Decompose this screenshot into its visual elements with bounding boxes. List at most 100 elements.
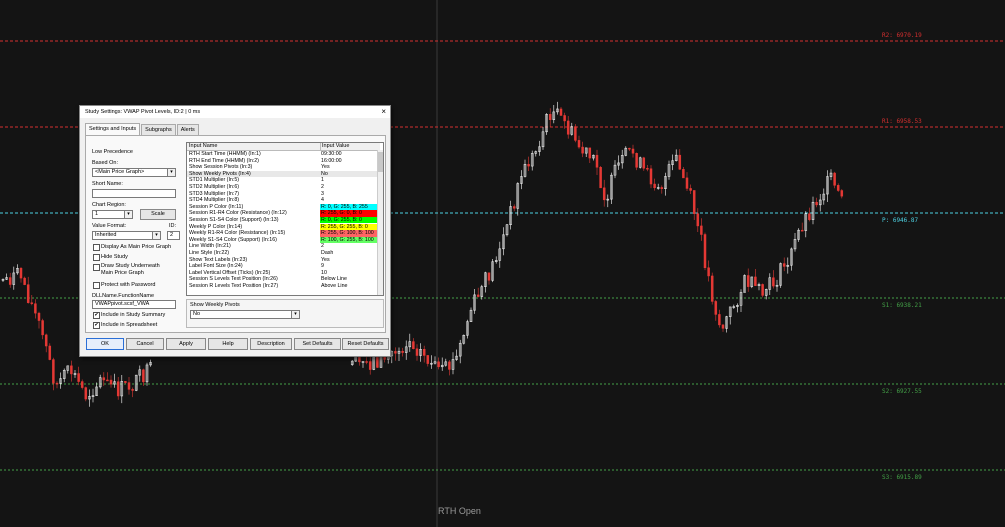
candle-body bbox=[703, 234, 707, 268]
input-value[interactable]: 09:30:00 bbox=[320, 151, 378, 157]
checkbox-hide-study[interactable] bbox=[93, 254, 100, 261]
input-row[interactable]: Session R Levels Text Position (In:27) Ab… bbox=[187, 283, 377, 289]
value-format-label: Value Format: bbox=[92, 223, 127, 229]
input-row[interactable]: STD1 Multiplier (In:5) 1 bbox=[187, 177, 377, 183]
ok-button[interactable]: OK bbox=[86, 338, 124, 350]
input-value[interactable]: R: 255, G: 0, B: 0 bbox=[320, 210, 378, 217]
value-format-value: Inherited bbox=[95, 232, 117, 238]
candle-body bbox=[34, 303, 37, 314]
input-value[interactable]: Above Line bbox=[320, 283, 378, 289]
candle-body bbox=[689, 188, 692, 191]
checkbox-display-as-main[interactable] bbox=[93, 244, 100, 251]
checkbox-protect-password[interactable] bbox=[93, 282, 100, 289]
input-row[interactable]: STD4 Multiplier (In:8) 4 bbox=[187, 197, 377, 203]
chart-region-select[interactable]: 1 ▾ bbox=[92, 210, 133, 219]
short-name-input[interactable] bbox=[92, 189, 176, 198]
input-row[interactable]: Session P Color (In:11) R: 0, G: 255, B: … bbox=[187, 203, 378, 211]
input-row[interactable]: Weekly R1-R4 Color (Resistance) (In:15) R… bbox=[187, 230, 378, 237]
input-value[interactable]: Yes bbox=[320, 257, 378, 263]
tab-alerts[interactable]: Alerts bbox=[176, 124, 199, 135]
include-study-summary-label: Include in Study Summary bbox=[101, 312, 166, 318]
close-icon[interactable]: × bbox=[381, 107, 386, 116]
selected-input-select[interactable]: No ▾ bbox=[190, 310, 300, 319]
apply-button[interactable]: Apply bbox=[166, 338, 206, 350]
dialog-titlebar[interactable]: Study Settings: VWAP Pivot Levels, ID:2 … bbox=[80, 106, 390, 118]
checkbox-draw-underneath[interactable] bbox=[93, 264, 100, 271]
cancel-button[interactable]: Cancel bbox=[126, 338, 164, 350]
input-row[interactable]: STD2 Multiplier (In:6) 2 bbox=[187, 184, 377, 190]
candle-body bbox=[394, 351, 397, 354]
input-value[interactable]: 4 bbox=[320, 197, 378, 203]
input-value[interactable]: 9 bbox=[320, 263, 378, 269]
input-row[interactable]: Label Vertical Offset (Ticks) (In:25) 10 bbox=[187, 270, 377, 276]
input-value[interactable]: Dash bbox=[320, 250, 378, 256]
include-spreadsheet-label: Include in Spreadsheet bbox=[101, 322, 158, 328]
input-value[interactable]: R: 100, G: 255, B: 100 bbox=[320, 236, 378, 244]
candle-body bbox=[718, 314, 721, 326]
input-value[interactable]: 2 bbox=[320, 243, 378, 249]
input-row[interactable]: Show Weekly Pivots (In:4) No bbox=[187, 170, 378, 178]
input-row[interactable]: Session S Levels Text Position (In:26) Be… bbox=[187, 276, 377, 282]
chevron-down-icon[interactable]: ▾ bbox=[152, 232, 160, 239]
input-row[interactable]: Line Style (In:22) Dash bbox=[187, 250, 377, 256]
input-name: Weekly P Color (In:14) bbox=[189, 223, 243, 230]
based-on-select[interactable]: <Main Price Graph> ▾ bbox=[92, 168, 176, 177]
input-row[interactable]: Show Session Pivots (In:3) Yes bbox=[187, 164, 377, 170]
chevron-down-icon[interactable]: ▾ bbox=[167, 169, 175, 176]
input-row[interactable]: Session S1-S4 Color (Support) (In:13) R: … bbox=[187, 217, 378, 224]
input-row[interactable]: Line Width (In:21) 2 bbox=[187, 243, 377, 249]
input-row[interactable]: Weekly P Color (In:14) R: 255, G: 255, B:… bbox=[187, 223, 378, 230]
input-row[interactable]: RTH Start Time (HHMM) (In:1) 09:30:00 bbox=[187, 151, 377, 157]
candle-body bbox=[566, 120, 570, 135]
inputs-scrollbar[interactable] bbox=[377, 150, 383, 295]
checkbox-include-spreadsheet[interactable]: ✔ bbox=[93, 322, 100, 329]
input-name: STD1 Multiplier (In:5) bbox=[189, 177, 240, 184]
input-value[interactable]: R: 255, G: 255, B: 0 bbox=[320, 223, 378, 230]
input-row[interactable]: STD3 Multiplier (In:7) 3 bbox=[187, 191, 377, 197]
candle-body bbox=[426, 355, 430, 364]
candle-body bbox=[131, 389, 134, 391]
input-name: RTH Start Time (HHMM) (In:1) bbox=[189, 151, 261, 157]
checkbox-include-study-summary[interactable]: ✔ bbox=[93, 312, 100, 319]
chart-region-label: Chart Region: bbox=[92, 202, 126, 208]
input-value[interactable]: 2 bbox=[320, 184, 378, 190]
input-row[interactable]: RTH End Time (HHMM) (In:2) 16:00:00 bbox=[187, 158, 377, 164]
input-value[interactable]: 3 bbox=[320, 191, 378, 197]
input-value[interactable]: 1 bbox=[320, 177, 378, 183]
input-row[interactable]: Label Font Size (In:24) 9 bbox=[187, 263, 377, 269]
value-format-select[interactable]: Inherited ▾ bbox=[92, 231, 161, 240]
candle-body bbox=[692, 190, 696, 214]
candle-body bbox=[840, 190, 844, 197]
candle-body bbox=[368, 361, 372, 370]
help-button[interactable]: Help bbox=[208, 338, 248, 350]
dll-name-input[interactable]: VWAPpivot.scsf_VWA bbox=[92, 300, 176, 309]
tab-settings-and-inputs[interactable]: Settings and Inputs bbox=[85, 123, 141, 135]
reset-defaults-button[interactable]: Reset Defaults bbox=[342, 338, 389, 350]
input-value[interactable]: R: 0, G: 255, B: 0 bbox=[320, 217, 378, 224]
display-as-main-label: Display As Main Price Graph bbox=[101, 244, 171, 250]
input-value[interactable]: Below Line bbox=[320, 276, 378, 282]
dialog-tabs: Settings and Inputs Subgraphs Alerts bbox=[85, 123, 200, 135]
candle-body bbox=[599, 167, 602, 189]
input-value[interactable]: R: 0, G: 255, B: 255 bbox=[320, 203, 378, 211]
column-header-input-name[interactable]: Input Name bbox=[187, 143, 321, 151]
column-header-input-value[interactable]: Input Value bbox=[320, 143, 380, 151]
input-value[interactable]: No bbox=[320, 171, 378, 177]
description-button[interactable]: Description bbox=[250, 338, 292, 350]
tab-subgraphs[interactable]: Subgraphs bbox=[141, 124, 176, 135]
scale-button[interactable]: Scale bbox=[140, 209, 176, 220]
input-value[interactable]: R: 255, G: 100, B: 100 bbox=[320, 230, 378, 237]
level-label-s1: S1: 6938.21 bbox=[882, 302, 922, 309]
input-row[interactable]: Show Text Labels (In:23) Yes bbox=[187, 257, 377, 263]
input-value[interactable]: 16:00:00 bbox=[320, 158, 378, 164]
input-value[interactable]: 10 bbox=[320, 270, 378, 276]
candle-body bbox=[746, 275, 750, 287]
scrollbar-thumb[interactable] bbox=[378, 152, 383, 172]
chevron-down-icon[interactable]: ▾ bbox=[291, 311, 299, 318]
set-defaults-button[interactable]: Set Defaults bbox=[294, 338, 341, 350]
candle-body bbox=[710, 275, 714, 302]
input-value[interactable]: Yes bbox=[320, 164, 378, 170]
input-row[interactable]: Weekly S1-S4 Color (Support) (In:16) R: 1… bbox=[187, 236, 378, 244]
chevron-down-icon[interactable]: ▾ bbox=[124, 211, 132, 218]
input-row[interactable]: Session R1-R4 Color (Resistance) (In:12)… bbox=[187, 210, 378, 217]
